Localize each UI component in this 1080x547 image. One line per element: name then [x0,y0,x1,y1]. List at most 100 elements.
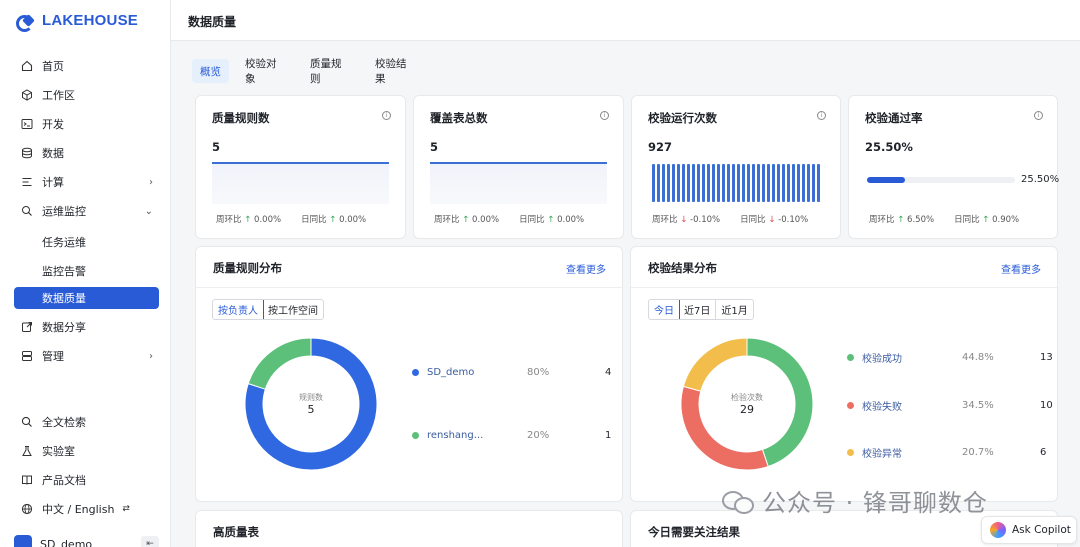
terminal-icon [20,117,34,131]
sidebar-item-workspace[interactable]: 工作区 [14,83,159,107]
arrow-up-icon: ↑ [329,215,337,225]
segment-7-days[interactable]: 近7日 [679,300,717,319]
sidebar-item-docs[interactable]: 产品文档 [14,468,159,492]
run-bar [812,164,815,202]
run-bar [667,164,670,202]
logo[interactable]: LAKEHOUSE [16,12,138,32]
collapse-sidebar-icon[interactable]: ⇤ [141,536,159,547]
legend-name[interactable]: 校验失败 [862,398,962,413]
delta-row: 周环比 ↑ 0.00% 日同比 ↑ 0.00% [216,213,366,225]
info-icon[interactable]: i [817,111,826,120]
sidebar-item-data-share[interactable]: 数据分享 [14,315,159,339]
sidebar-item-home[interactable]: 首页 [14,54,159,78]
segment-1-month[interactable]: 近1月 [716,300,752,319]
wow-value: 6.50% [907,215,935,225]
see-more-link[interactable]: 查看更多 [566,261,606,276]
trend-sparkline [212,162,389,204]
run-bar [807,164,810,202]
run-bar [682,164,685,202]
sidebar-item-task-ops[interactable]: 任务运维 [42,234,86,250]
segment-today[interactable]: 今日 [648,300,680,319]
run-bar [677,164,680,202]
wow-value: -0.10% [690,215,721,225]
donut-center-label: 检验次数 [731,392,763,402]
watermark: 公众号 · 锋哥聊数仓 [722,483,988,518]
delta-row: 周环比 ↑ 6.50% 日同比 ↑ 0.90% [869,213,1019,225]
rule-dist-toggle: 按负责人 按工作空间 [212,299,324,320]
tab-check-results[interactable]: 校验结果 [367,58,424,85]
tab-quality-rules[interactable]: 质量规则 [302,58,359,85]
run-bar [657,164,660,202]
result-dist-toggle: 今日 近7日 近1月 [648,299,754,320]
sidebar-item-label: 数据 [42,147,64,160]
segment-by-workspace[interactable]: 按工作空间 [263,300,323,319]
see-more-link[interactable]: 查看更多 [1001,261,1041,276]
legend-dot [847,402,854,409]
sidebar-item-data[interactable]: 数据 [14,141,159,165]
legend-count: 10 [1040,400,1053,411]
arrow-down-icon: ↓ [680,215,688,225]
info-icon[interactable]: i [382,111,391,120]
section-title: 今日需要关注结果 [648,525,740,539]
stat-title: 覆盖表总数 [430,111,488,125]
legend-name[interactable]: 校验异常 [862,445,962,460]
dod-value: 0.90% [992,215,1020,225]
sidebar-item-language[interactable]: 中文 / English ⇄ [14,497,159,521]
runs-bar-sparkline [652,164,820,202]
database-icon [20,146,34,160]
username: SD_demo [40,537,93,547]
legend-item: SD_demo 80% 4 [412,367,611,378]
donut-slice[interactable] [682,337,748,392]
run-bar [672,164,675,202]
legend-name[interactable]: renshang... [427,430,527,441]
wow-label: 周环比 [216,215,242,225]
info-icon[interactable]: i [1034,111,1043,120]
sidebar-item-data-quality[interactable]: 数据质量 [14,287,159,309]
sidebar-item-label: 工作区 [42,89,75,102]
donut-slice[interactable] [746,337,814,468]
wow-label: 周环比 [434,215,460,225]
sidebar-item-fulltext-search[interactable]: 全文检索 [14,410,159,434]
sidebar-item-alerts[interactable]: 监控告警 [42,263,86,279]
legend-name[interactable]: 校验成功 [862,350,962,365]
tab-check-objects[interactable]: 校验对象 [237,58,294,85]
globe-icon [20,502,34,516]
run-bar [777,164,780,202]
sidebar-item-manage[interactable]: 管理 › [14,344,159,368]
sidebar-item-ops-monitor[interactable]: 运维监控 ⌄ [14,199,159,223]
logo-icon [16,13,36,32]
run-bar [712,164,715,202]
wechat-icon [722,489,754,514]
donut-center-label: 规则数 [299,392,323,402]
sidebar-item-lab[interactable]: 实验室 [14,439,159,463]
sidebar-item-label: 运维监控 [42,205,86,218]
rule-donut-chart: 规则数 5 [244,337,378,471]
chevron-right-icon: › [149,176,153,188]
copilot-icon [990,522,1006,538]
dod-value: 0.00% [557,215,585,225]
run-bar [787,164,790,202]
wow-label: 周环比 [869,215,895,225]
run-bar [727,164,730,202]
legend-name[interactable]: SD_demo [427,367,527,378]
legend-count: 13 [1040,352,1053,363]
compute-icon [20,175,34,189]
sidebar-item-compute[interactable]: 计算 › [14,170,159,194]
legend-pct: 80% [527,367,550,378]
info-icon[interactable]: i [600,111,609,120]
donut-slice[interactable] [247,337,312,390]
legend-dot [412,369,419,376]
book-icon [20,473,34,487]
run-bar [722,164,725,202]
search-icon [20,415,34,429]
user-profile[interactable]: SD_demo ⇤ [14,532,159,547]
sidebar-item-label: 实验室 [42,445,75,458]
segment-by-owner[interactable]: 按负责人 [213,300,264,319]
ask-copilot-button[interactable]: Ask Copilot [981,516,1077,544]
run-bar [797,164,800,202]
result-donut-chart: 检验次数 29 [680,337,814,471]
sidebar-item-label: 数据分享 [42,321,86,334]
tab-overview[interactable]: 概览 [192,59,229,83]
sidebar-item-develop[interactable]: 开发 [14,112,159,136]
delta-row: 周环比 ↓ -0.10% 日同比 ↓ -0.10% [652,213,808,225]
